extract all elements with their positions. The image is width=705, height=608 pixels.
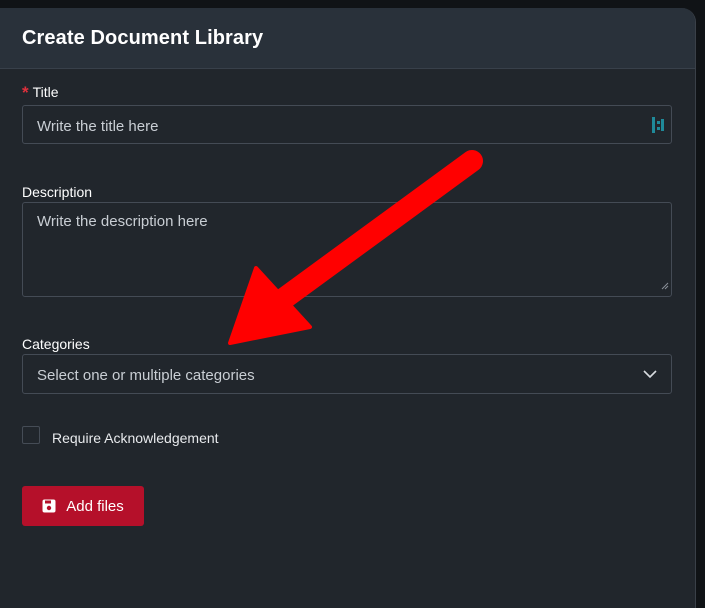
require-acknowledgement-label: Require Acknowledgement bbox=[52, 430, 219, 446]
title-label: Title bbox=[32, 84, 59, 100]
resize-grip-icon[interactable] bbox=[661, 277, 669, 294]
description-label: Description bbox=[22, 184, 93, 200]
categories-label: Categories bbox=[22, 336, 90, 352]
add-files-button[interactable]: Add files bbox=[22, 486, 144, 526]
require-acknowledgement-checkbox[interactable] bbox=[22, 426, 40, 444]
password-manager-icon[interactable] bbox=[651, 115, 665, 139]
title-input[interactable]: Write the title here bbox=[22, 105, 672, 144]
chevron-down-icon bbox=[643, 367, 657, 385]
description-textarea[interactable]: Write the description here bbox=[22, 202, 672, 297]
title-placeholder: Write the title here bbox=[37, 118, 159, 135]
title-label-group: * Title bbox=[22, 82, 59, 102]
description-placeholder: Write the description here bbox=[37, 213, 208, 230]
categories-placeholder: Select one or multiple categories bbox=[37, 367, 255, 384]
required-asterisk: * bbox=[22, 83, 29, 102]
categories-select[interactable]: Select one or multiple categories bbox=[22, 354, 672, 394]
add-files-label: Add files bbox=[66, 497, 124, 515]
dialog-title: Create Document Library bbox=[22, 26, 264, 49]
save-disk-icon bbox=[42, 499, 56, 513]
dialog-header: Create Document Library bbox=[0, 8, 695, 69]
